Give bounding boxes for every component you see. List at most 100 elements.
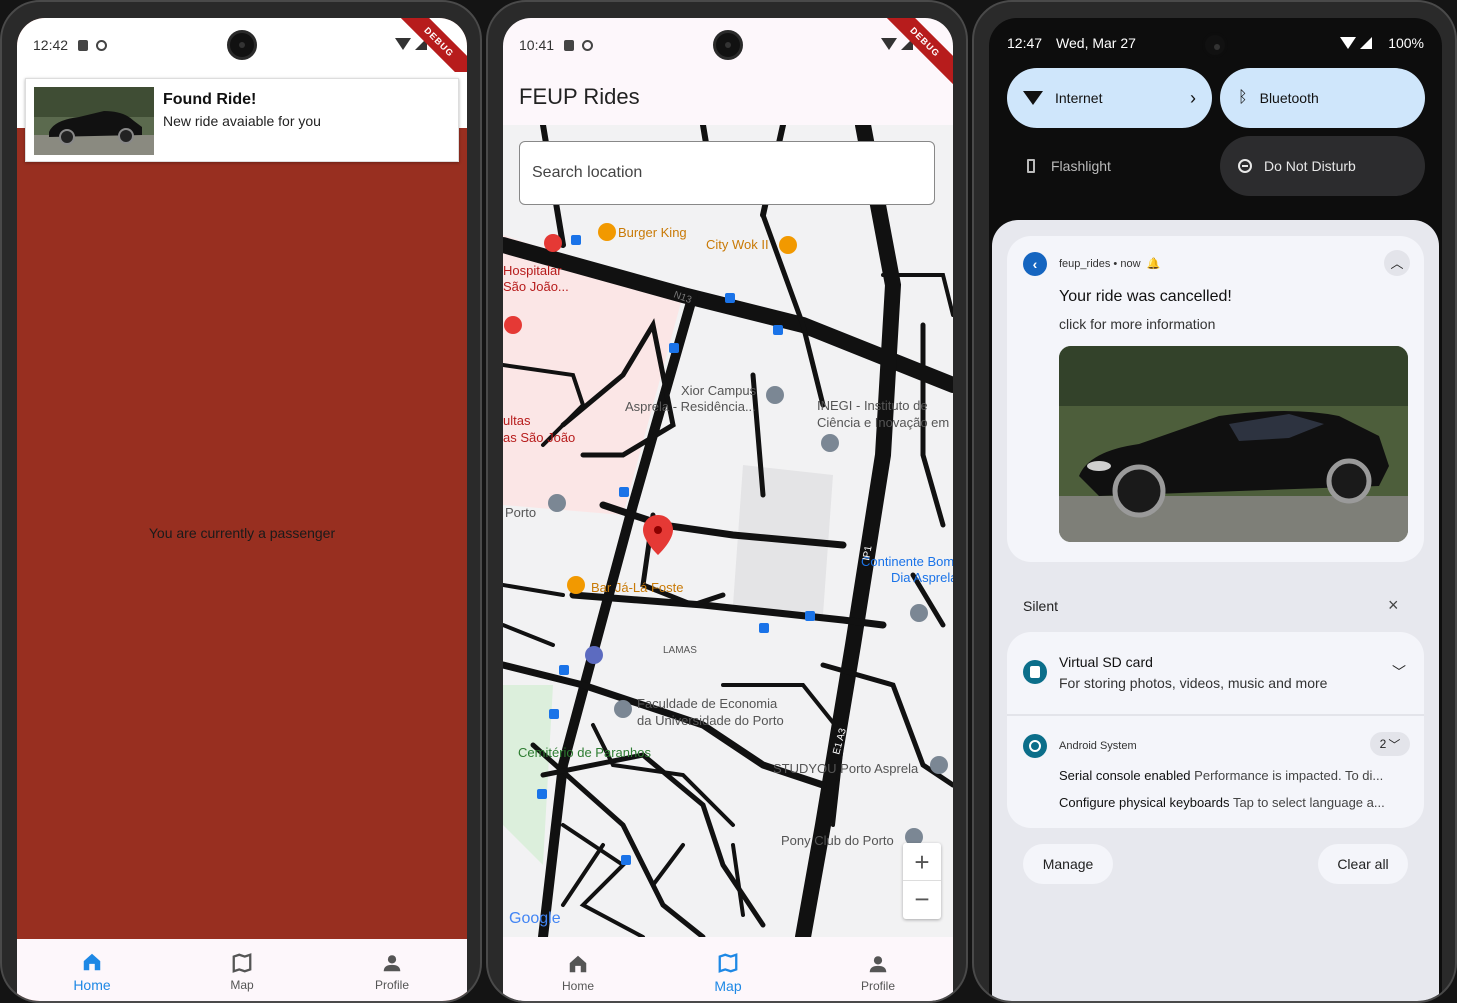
phone-1: 12:42 DEBUG Found Ride! New ride avaiabl…: [0, 0, 482, 1003]
status-time: 10:41: [519, 37, 555, 53]
sd-notif-title: Virtual SD card: [1059, 654, 1153, 670]
chevron-down-icon: ﹀: [1388, 737, 1401, 752]
nav-profile-label: Profile: [860, 979, 895, 993]
svg-text:Asprela - Residência...: Asprela - Residência...: [625, 399, 756, 414]
collapse-button[interactable]: ︿: [1384, 250, 1410, 276]
chevron-right-icon: ›: [1190, 87, 1196, 108]
svg-text:as São João: as São João: [503, 430, 575, 445]
bluetooth-icon: ᛒ: [1238, 89, 1248, 106]
phone-2-screen: 10:41 DEBUG FEUP Rides Burger King City …: [503, 18, 953, 1001]
status-date: Wed, Mar 27: [1056, 35, 1136, 51]
poi-continente[interactable]: Continente Bom: [861, 554, 953, 569]
car-thumbnail: [34, 87, 154, 155]
notification-body: New ride avaiable for you: [163, 113, 321, 129]
phone-3-screen: 12:47 Wed, Mar 27 100% Internet › ᛒ Blue…: [989, 18, 1442, 1001]
sd-card-icon: [1023, 660, 1047, 684]
poi-fep[interactable]: Faculdade de Economia: [637, 696, 778, 711]
app-title: FEUP Rides: [519, 84, 640, 109]
poi-studyou[interactable]: STUDYOU Porto Asprela: [773, 761, 919, 776]
status-time: 12:47: [1007, 35, 1043, 51]
nav-profile[interactable]: Profile: [803, 941, 953, 1001]
virtual-sd-notification[interactable]: Virtual SD card For storing photos, vide…: [1007, 632, 1424, 716]
poi-city-wok[interactable]: City Wok II: [706, 237, 769, 252]
tile-bluetooth[interactable]: ᛒ Bluetooth: [1220, 68, 1425, 128]
notif-count-badge[interactable]: 2 ﹀: [1370, 732, 1410, 756]
notif-body: click for more information: [1059, 316, 1216, 332]
serial-console-line: Serial console enabled Performance is im…: [1059, 768, 1384, 783]
home-icon: [83, 953, 101, 971]
nav-profile-label: Profile: [374, 978, 409, 992]
sync-icon: [96, 39, 108, 51]
map-icon: [232, 953, 252, 973]
expand-button[interactable]: ﹀: [1392, 662, 1406, 682]
home-icon: [569, 955, 587, 973]
sd-notif-body: For storing photos, videos, music and mo…: [1059, 675, 1328, 691]
notif-app-name: feup_rides: [1059, 258, 1111, 270]
map-roads: Burger King City Wok II Hospitalar São J…: [503, 125, 953, 937]
status-time: 12:42: [33, 37, 69, 53]
zoom-controls: + −: [903, 843, 941, 919]
dismiss-silent-button[interactable]: ×: [1388, 595, 1399, 616]
nav-home-label: Home: [73, 977, 111, 993]
notif-count: 2: [1379, 737, 1387, 751]
nav-map-label: Map: [714, 978, 742, 994]
poi-xior[interactable]: Xior Campus: [681, 383, 757, 398]
tile-dnd-label: Do Not Disturb: [1264, 158, 1356, 174]
found-ride-notification[interactable]: Found Ride! New ride avaiable for you: [25, 78, 459, 162]
tile-bluetooth-label: Bluetooth: [1259, 90, 1319, 106]
poi-hospital[interactable]: Hospitalar: [503, 263, 562, 278]
poi-pony-club[interactable]: Pony Club do Porto: [781, 833, 894, 848]
dnd-icon: [1238, 159, 1252, 173]
search-location-input[interactable]: Search location: [519, 141, 935, 205]
android-system-icon: [1023, 734, 1047, 758]
svg-text:da Universidade do Porto: da Universidade do Porto: [637, 713, 784, 728]
camera-cutout: [227, 30, 257, 60]
poi-bar[interactable]: Bar Já-Lá Foste: [591, 580, 684, 595]
nav-map[interactable]: Map: [653, 941, 803, 1001]
bottom-nav: Home Map Profile: [17, 939, 467, 1001]
poi-cemiterio[interactable]: Cemitério de Paranhos: [518, 745, 651, 760]
alert-bell-icon: 🔔: [1143, 258, 1161, 270]
battery-level: 100%: [1388, 35, 1424, 51]
tile-internet[interactable]: Internet ›: [1007, 68, 1212, 128]
person-icon: [869, 956, 887, 973]
wifi-icon: [1340, 37, 1357, 49]
nav-map[interactable]: Map: [167, 939, 317, 1001]
google-logo: Google: [509, 910, 561, 927]
manage-button[interactable]: Manage: [1023, 844, 1113, 884]
map-view[interactable]: Burger King City Wok II Hospitalar São J…: [503, 125, 953, 937]
notification-title: Found Ride!: [163, 91, 257, 108]
bottom-nav: Home Map Profile: [503, 941, 953, 1001]
svg-text:São João...: São João...: [503, 279, 569, 294]
keyboard-config-line: Configure physical keyboards Tap to sele…: [1059, 795, 1385, 810]
map-icon: [718, 953, 738, 973]
poi-inegi[interactable]: INEGI - Instituto de: [817, 398, 928, 413]
person-icon: [383, 955, 401, 972]
tile-flashlight[interactable]: Flashlight: [1007, 136, 1212, 196]
phone-1-screen: 12:42 DEBUG Found Ride! New ride avaiabl…: [17, 18, 467, 1001]
car-image: [1059, 346, 1408, 542]
clear-all-button[interactable]: Clear all: [1318, 844, 1408, 884]
nav-profile[interactable]: Profile: [317, 939, 467, 1001]
camera-cutout: [1202, 32, 1228, 58]
sd-card-icon: [78, 39, 89, 51]
poi-burger-king[interactable]: Burger King: [618, 225, 687, 240]
sd-card-icon: [564, 39, 575, 51]
tile-internet-label: Internet: [1055, 90, 1103, 106]
nav-home[interactable]: Home: [503, 941, 653, 1001]
phone-2: 10:41 DEBUG FEUP Rides Burger King City …: [486, 0, 968, 1003]
svg-text:Dia Asprela: Dia Asprela: [891, 570, 953, 585]
silent-notifications: Virtual SD card For storing photos, vide…: [1007, 632, 1424, 828]
passenger-status-text: You are currently a passenger: [148, 525, 336, 541]
tile-do-not-disturb[interactable]: Do Not Disturb: [1220, 136, 1425, 196]
wifi-icon: [881, 38, 897, 50]
wifi-icon: [395, 38, 411, 50]
camera-cutout: [713, 30, 743, 60]
feup-rides-notification[interactable]: ‹ feup_rides • now 🔔 ︿ Your ride was can…: [1007, 236, 1424, 562]
zoom-out-button[interactable]: −: [903, 881, 941, 919]
svg-text:LAMAS: LAMAS: [663, 645, 697, 656]
android-system-notification[interactable]: Android System 2 ﹀ Serial console enable…: [1007, 718, 1424, 828]
nav-home[interactable]: Home: [17, 939, 167, 1001]
silent-section-label: Silent: [1023, 598, 1059, 614]
zoom-in-button[interactable]: +: [903, 843, 941, 881]
